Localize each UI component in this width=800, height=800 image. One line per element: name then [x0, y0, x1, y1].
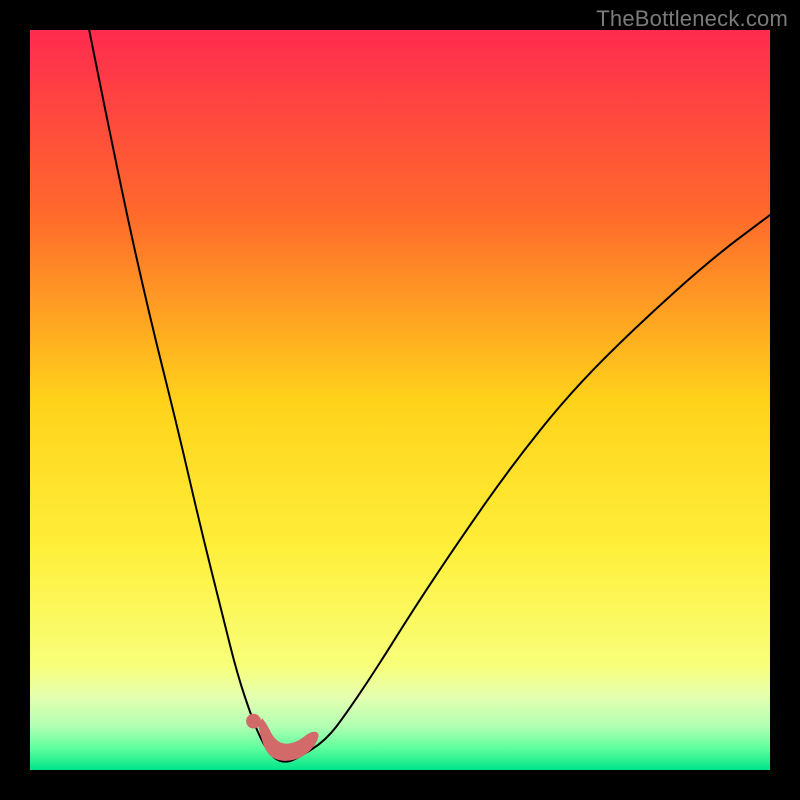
- gradient-background: [30, 30, 770, 770]
- watermark-text: TheBottleneck.com: [596, 6, 788, 32]
- optimum-marker-dot: [246, 714, 261, 729]
- bottleneck-chart: [30, 30, 770, 770]
- chart-frame: [30, 30, 770, 770]
